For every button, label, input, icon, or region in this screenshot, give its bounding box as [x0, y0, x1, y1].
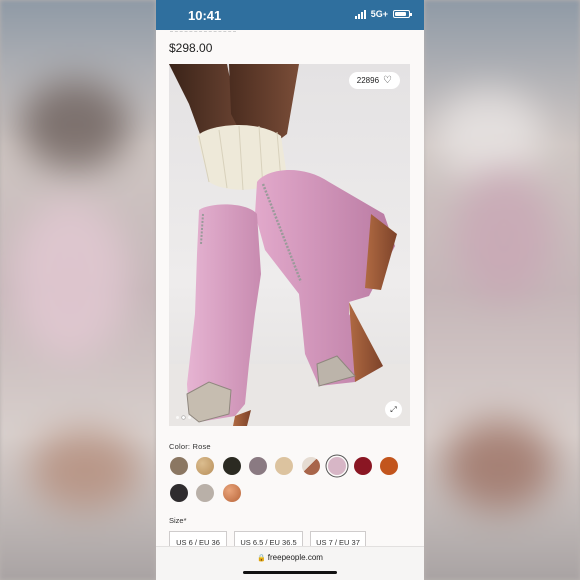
product-image[interactable]: 22896 ♡ ⤢ [169, 64, 410, 426]
color-swatch-copper[interactable] [222, 484, 241, 502]
url-text: freepeople.com [267, 553, 323, 562]
expand-icon[interactable]: ⤢ [385, 401, 402, 418]
color-label: Color: Rose [169, 442, 211, 451]
color-swatch-taupe[interactable] [170, 457, 188, 475]
carousel-dots [176, 416, 191, 419]
color-swatch-beige[interactable] [275, 457, 294, 475]
likes-count: 22896 [356, 76, 380, 85]
status-time: 10:41 [188, 8, 222, 23]
boots-illustration [169, 64, 410, 426]
color-swatch-rose[interactable] [327, 457, 346, 475]
carousel-dot-active[interactable] [182, 416, 185, 419]
color-swatch-black[interactable] [222, 457, 241, 475]
browser-url-bar[interactable]: 🔒 freepeople.com [156, 546, 424, 580]
carousel-dot[interactable] [188, 416, 191, 419]
color-swatch-grey[interactable] [196, 484, 215, 502]
network-type: 5G+ [370, 9, 388, 19]
blurred-background-right [424, 0, 580, 580]
color-swatch-mauve[interactable] [248, 457, 267, 475]
color-swatch-orange[interactable] [380, 457, 399, 475]
cut-off-text [170, 31, 236, 33]
carousel-dot[interactable] [176, 416, 179, 419]
battery-icon [393, 10, 412, 18]
signal-icon [354, 9, 366, 19]
home-indicator[interactable] [243, 571, 337, 574]
color-swatch-charcoal[interactable] [170, 484, 188, 502]
status-bar: 10:41 5G+ [156, 0, 424, 30]
likes-badge[interactable]: 22896 ♡ [348, 72, 400, 89]
color-swatch-burgundy[interactable] [354, 457, 373, 475]
phone-screen: 10:41 5G+ $298.00 22896 ♡ ⤢ Color: Rose … [156, 0, 424, 580]
product-price: $298.00 [169, 41, 213, 55]
color-swatch-multi[interactable] [301, 457, 320, 475]
color-swatch-tan[interactable] [196, 457, 215, 475]
heart-icon[interactable]: ♡ [383, 75, 392, 86]
url-display[interactable]: 🔒 freepeople.com [156, 553, 424, 562]
blurred-background-left [0, 0, 156, 580]
size-label: Size* [169, 516, 187, 525]
status-indicators: 5G+ [354, 9, 412, 19]
lock-icon: 🔒 [257, 555, 266, 562]
